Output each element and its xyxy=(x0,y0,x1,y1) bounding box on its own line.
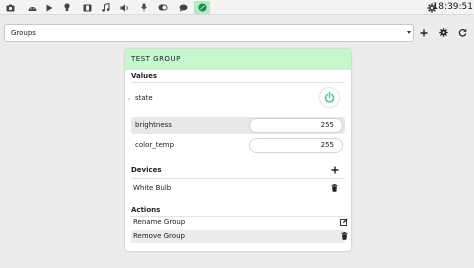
lightbulb-icon[interactable] xyxy=(60,1,74,14)
group-title: TEST GROUP xyxy=(125,49,351,70)
brightness-row: brightness 255 xyxy=(131,117,345,134)
remove-group-label: Remove Group xyxy=(133,232,185,240)
color-temp-input[interactable]: 255 xyxy=(249,138,343,153)
refresh-icon[interactable] xyxy=(456,26,468,39)
add-icon[interactable] xyxy=(418,26,430,39)
rename-group-row[interactable]: Rename Group xyxy=(131,216,348,229)
settings-gear-icon[interactable] xyxy=(437,26,449,39)
devices-section-title: Devices xyxy=(131,166,162,174)
color-temp-label: color_temp xyxy=(135,141,175,149)
group-card: TEST GROUP Values state brightness 255 c… xyxy=(125,49,351,251)
play-icon[interactable] xyxy=(42,1,56,14)
add-device-icon[interactable] xyxy=(330,165,340,175)
edit-icon[interactable] xyxy=(339,217,349,227)
values-section-title: Values xyxy=(131,72,158,80)
android-icon[interactable] xyxy=(25,1,39,14)
brightness-label: brightness xyxy=(135,121,172,129)
color-temp-row: color_temp 255 xyxy=(131,137,345,154)
power-toggle-button[interactable] xyxy=(320,88,339,107)
chevron-down-icon xyxy=(407,31,411,34)
remove-group-row[interactable]: Remove Group xyxy=(131,230,347,243)
trash-icon[interactable] xyxy=(339,231,349,241)
toggle-icon[interactable] xyxy=(156,1,170,14)
values-divider xyxy=(131,82,345,83)
volume-icon[interactable] xyxy=(118,1,132,14)
top-toolbar: 18:39:51 xyxy=(0,0,474,15)
delete-device-icon[interactable] xyxy=(329,183,339,193)
camera-icon[interactable] xyxy=(3,1,17,14)
leaf-icon[interactable] xyxy=(194,1,210,14)
device-item: White Bulb xyxy=(133,184,172,192)
state-label: state xyxy=(135,94,153,102)
chat-icon[interactable] xyxy=(176,1,190,14)
devices-divider xyxy=(131,178,345,179)
actions-section-title: Actions xyxy=(131,206,161,214)
film-icon[interactable] xyxy=(80,1,94,14)
select-value: Groups xyxy=(11,29,36,37)
brightness-input[interactable]: 255 xyxy=(249,118,343,133)
group-type-select[interactable]: Groups xyxy=(4,24,414,42)
rename-group-label: Rename Group xyxy=(133,218,186,226)
drag-handle-dot xyxy=(128,98,130,100)
music-icon[interactable] xyxy=(99,1,113,14)
clock: 18:39:51 xyxy=(432,2,473,12)
microphone-icon[interactable] xyxy=(137,1,151,14)
